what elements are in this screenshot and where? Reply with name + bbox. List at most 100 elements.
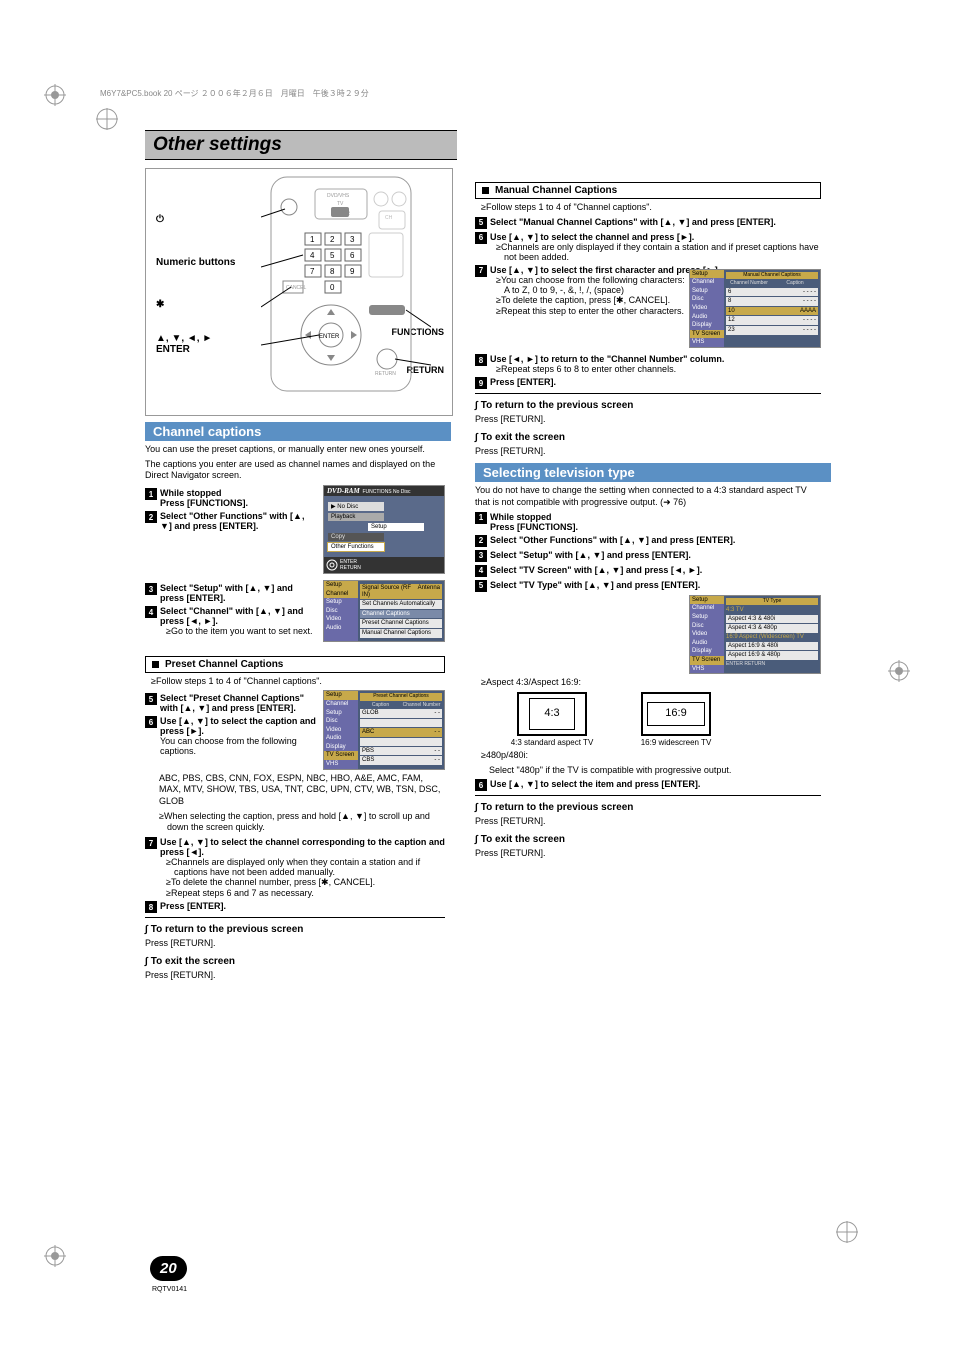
tv-step-3-icon: 3	[475, 550, 487, 562]
right-column: Manual Channel Captions Follow steps 1 t…	[475, 168, 821, 984]
numeric-label: Numeric buttons	[156, 257, 235, 268]
step-1-pre: While stopped	[160, 488, 222, 498]
step-6-note2: ABC, PBS, CBS, CNN, FOX, ESPN, NBC, HBO,…	[159, 773, 445, 808]
mcc-step-5-text: Select "Manual Channel Captions" with [▲…	[490, 217, 821, 227]
registration-mark-icon	[836, 1221, 858, 1243]
tv-step-5-text: Select "TV Type" with [▲, ▼] and press […	[490, 580, 821, 590]
press-return: Press [RETURN].	[475, 816, 821, 828]
prog-desc: Select "480p" if the TV is compatible wi…	[489, 765, 821, 777]
step-2-icon: 2	[145, 511, 157, 523]
step-4-text: Select "Channel" with [▲, ▼] and press […	[160, 606, 303, 626]
mcc-step-7-icon: 7	[475, 265, 487, 277]
star-label: ✱	[156, 299, 164, 310]
tv-step-1-pre: While stopped	[490, 512, 552, 522]
tv-step-3-text: Select "Setup" with [▲, ▼] and press [EN…	[490, 550, 821, 560]
mcc-s8-b: Repeat steps 6 to 8 to enter other chann…	[504, 364, 821, 374]
page-code: RQTV0141	[152, 1286, 187, 1293]
mcc-step-9-text: Press [ENTER].	[490, 377, 821, 387]
aspect-43-icon: 4:3	[517, 692, 587, 736]
svg-text:4: 4	[310, 251, 315, 260]
step-6-note1: You can choose from the following captio…	[160, 736, 317, 756]
tvtype-osd: SetupChannelSetupDiscVideoAudioDisplayTV…	[689, 595, 821, 674]
mcc-step-7-text: Use [▲, ▼] to select the first character…	[490, 265, 720, 275]
svg-text:9: 9	[350, 267, 355, 276]
page-number: 20	[150, 1256, 187, 1281]
press-return: Press [RETURN].	[475, 414, 821, 426]
registration-mark-icon	[44, 1245, 66, 1267]
aspect-169-icon: 16:9	[641, 692, 711, 736]
step-7-icon: 7	[145, 837, 157, 849]
mcc-step-8-text: Use [◄, ►] to return to the "Channel Num…	[490, 354, 724, 364]
step-2-text: Select "Other Functions" with [▲, ▼] and…	[160, 511, 317, 531]
manual-captions-osd: SetupChannelSetupDiscVideoAudioDisplayTV…	[689, 269, 821, 348]
step-4-icon: 4	[145, 606, 157, 618]
svg-text:6: 6	[350, 251, 355, 260]
registration-mark-icon	[96, 108, 118, 130]
preset-captions-subheader: Preset Channel Captions	[145, 656, 445, 673]
tv-step-6-text: Use [▲, ▼] to select the item and press …	[490, 779, 821, 789]
return-screen-label: To return to the previous screen	[475, 802, 821, 813]
tv-step-5-icon: 5	[475, 580, 487, 592]
print-header: M6Y7&PC5.book 20 ページ ２００６年２月６日 月曜日 午後３時２…	[100, 88, 369, 99]
mcc-s6-b: Channels are only displayed if they cont…	[504, 242, 821, 262]
svg-text:DVD/VHS: DVD/VHS	[327, 193, 350, 199]
press-return: Press [RETURN].	[475, 446, 821, 458]
remote-icon: DVD/VHS TV POWER CH	[261, 175, 431, 393]
svg-text:5: 5	[330, 251, 335, 260]
svg-text:ENTER: ENTER	[319, 334, 340, 340]
svg-text:TV: TV	[337, 201, 344, 207]
channel-captions-header: Channel captions	[145, 422, 451, 441]
preset-captions-osd: SetupChannelSetupDiscVideoAudioDisplayTV…	[323, 690, 445, 769]
step-1-icon: 1	[145, 488, 157, 500]
return-screen-label: To return to the previous screen	[475, 400, 821, 411]
arrows-enter-label: ▲, ▼, ◄, ► ENTER	[156, 333, 212, 355]
step-5-icon: 5	[145, 693, 157, 705]
power-label: ⏻	[156, 214, 164, 225]
mcc-step-6-text: Use [▲, ▼] to select the channel and pre…	[490, 232, 694, 242]
step-8-text: Press [ENTER].	[160, 901, 445, 911]
prog-line: 480p/480i:	[489, 750, 821, 762]
left-column: ⏻ Numeric buttons ✱ ▲, ▼, ◄, ► ENTER FUN…	[145, 168, 445, 984]
step-3-text: Select "Setup" with [▲, ▼] and press [EN…	[160, 583, 317, 603]
step-6-text: Use [▲, ▼] to select the caption and pre…	[160, 716, 316, 736]
svg-text:2: 2	[330, 235, 335, 244]
preset-intro: Follow steps 1 to 4 of "Channel captions…	[159, 676, 445, 688]
press-return: Press [RETURN].	[475, 848, 821, 860]
svg-text:CH: CH	[385, 215, 393, 221]
tv-step-1-text: Press [FUNCTIONS].	[490, 522, 578, 532]
mcc-step-8-icon: 8	[475, 354, 487, 366]
mcc-step-6-icon: 6	[475, 232, 487, 244]
manual-captions-subheader: Manual Channel Captions	[475, 182, 821, 199]
page-title: Other settings	[145, 130, 457, 160]
exit-screen-label: To exit the screen	[475, 834, 821, 845]
svg-text:7: 7	[310, 267, 315, 276]
svg-text:8: 8	[330, 267, 335, 276]
step-7-text: Use [▲, ▼] to select the channel corresp…	[160, 837, 445, 857]
press-return: Press [RETURN].	[145, 970, 445, 982]
step-6-bullet: When selecting the caption, press and ho…	[167, 811, 445, 834]
setup-channel-osd: SetupChannelSetupDiscVideoAudio Signal S…	[323, 580, 445, 642]
step-7-b3: Repeat steps 6 and 7 as necessary.	[174, 888, 445, 898]
svg-text:0: 0	[330, 283, 335, 292]
step-3-icon: 3	[145, 583, 157, 595]
mcc-step-5-icon: 5	[475, 217, 487, 229]
svg-text:RETURN: RETURN	[375, 371, 396, 377]
functions-osd: DVD-RAM FUNCTIONS No Disc ▶ No Disc Play…	[323, 485, 445, 574]
manual-page: M6Y7&PC5.book 20 ページ ２００６年２月６日 月曜日 午後３時２…	[0, 0, 954, 1351]
svg-text:3: 3	[350, 235, 355, 244]
return-screen-label: To return to the previous screen	[145, 924, 445, 935]
mcc-step-9-icon: 9	[475, 377, 487, 389]
tv-step-1-icon: 1	[475, 512, 487, 524]
svg-text:1: 1	[310, 235, 315, 244]
tv-step-2-text: Select "Other Functions" with [▲, ▼] and…	[490, 535, 821, 545]
step-5-text: Select "Preset Channel Captions" with [▲…	[160, 693, 317, 713]
exit-screen-label: To exit the screen	[145, 956, 445, 967]
registration-mark-icon	[888, 660, 910, 682]
step-1-text: Press [FUNCTIONS].	[160, 498, 248, 508]
exit-screen-label: To exit the screen	[475, 432, 821, 443]
step-8-icon: 8	[145, 901, 157, 913]
tv-step-6-icon: 6	[475, 779, 487, 791]
step-6-icon: 6	[145, 716, 157, 728]
tv-step-4-text: Select "TV Screen" with [▲, ▼] and press…	[490, 565, 821, 575]
aspect-43-caption: 4:3 standard aspect TV	[505, 738, 599, 747]
